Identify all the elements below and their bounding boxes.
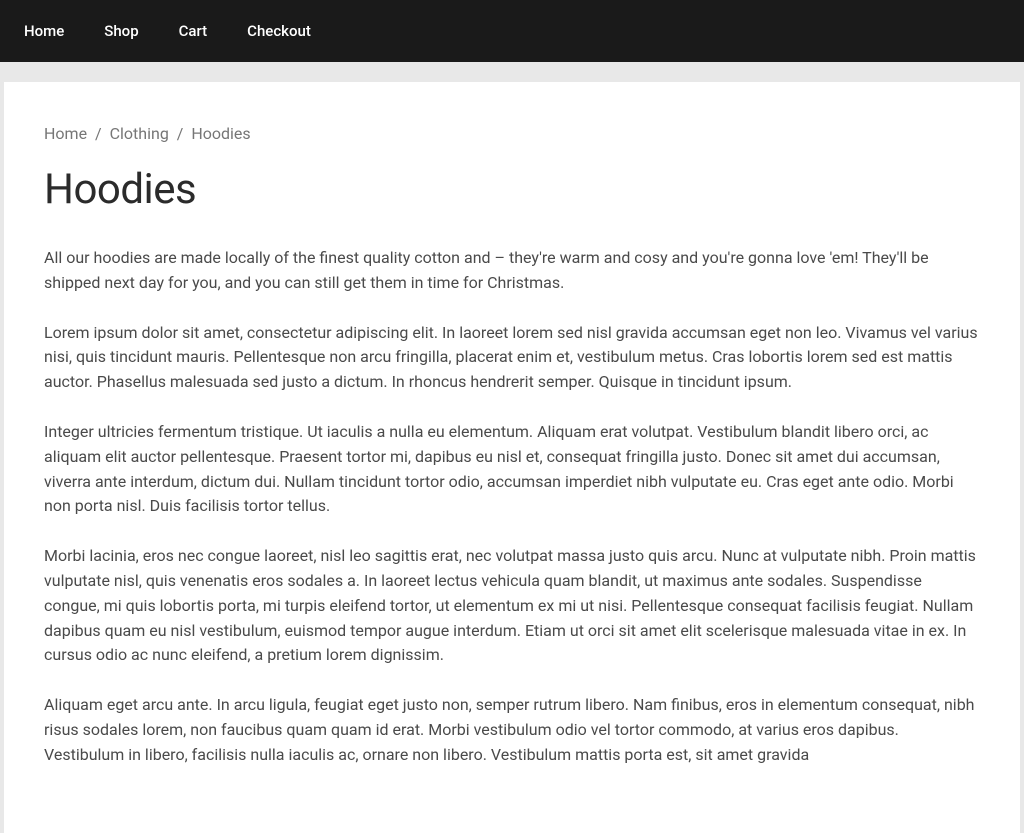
body-paragraph: Integer ultricies fermentum tristique. U… [44,420,980,519]
body-paragraph: Lorem ipsum dolor sit amet, consectetur … [44,321,980,395]
body-paragraph: Morbi lacinia, eros nec congue laoreet, … [44,544,980,668]
page-title: Hoodies [44,165,980,214]
breadcrumb-separator: / [177,124,184,143]
body-text: All our hoodies are made locally of the … [44,246,980,768]
nav-link-cart[interactable]: Cart [179,22,208,40]
nav-link-shop[interactable]: Shop [104,22,138,40]
breadcrumb-separator: / [95,124,102,143]
main-nav: Home Shop Cart Checkout [0,0,1024,62]
breadcrumb: Home / Clothing / Hoodies [44,124,980,143]
body-paragraph: Aliquam eget arcu ante. In arcu ligula, … [44,693,980,767]
breadcrumb-link-home[interactable]: Home [44,124,87,143]
nav-link-checkout[interactable]: Checkout [247,22,311,40]
nav-link-home[interactable]: Home [24,22,64,40]
page-content: Home / Clothing / Hoodies Hoodies All ou… [4,82,1020,833]
page-wrap: Home / Clothing / Hoodies Hoodies All ou… [0,62,1024,833]
intro-paragraph: All our hoodies are made locally of the … [44,246,980,296]
breadcrumb-link-clothing[interactable]: Clothing [110,124,169,143]
breadcrumb-current: Hoodies [191,124,250,143]
